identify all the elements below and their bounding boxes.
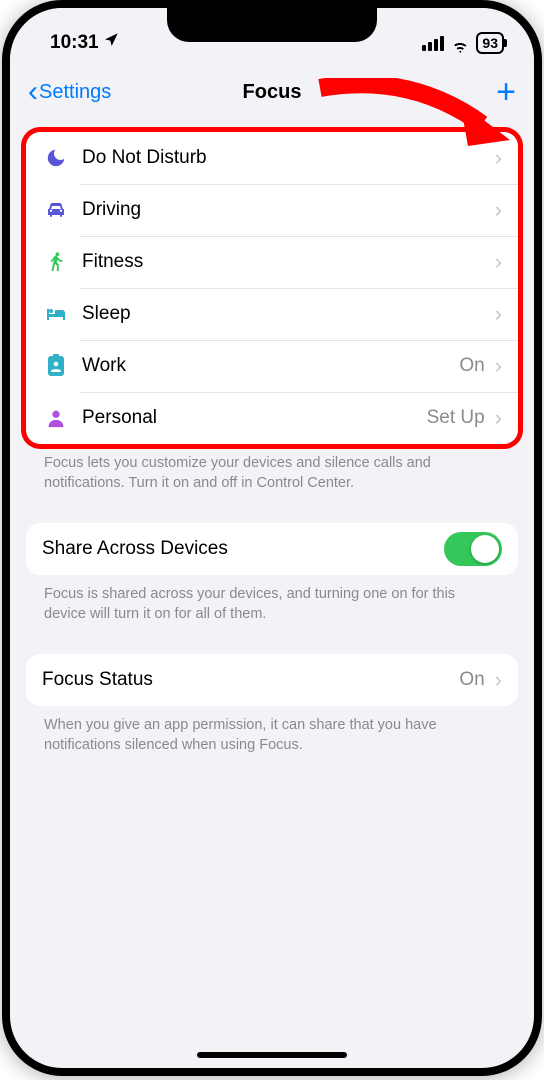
focus-mode-work[interactable]: Work On › (26, 340, 518, 392)
car-icon (42, 196, 70, 224)
focus-mode-label: Work (82, 355, 459, 377)
focus-mode-detail: Set Up (427, 407, 485, 429)
back-label: Settings (39, 81, 111, 104)
phone-frame: 10:31 93 ‹ Settings Focus + Do Not Distu… (2, 0, 542, 1076)
bed-icon (42, 300, 70, 328)
notch (167, 8, 377, 42)
focus-status-group: Focus Status On › (26, 654, 518, 706)
focus-modes-list: Do Not Disturb › Driving › Fitness › Sle… (26, 132, 518, 444)
chevron-right-icon: › (495, 249, 502, 275)
share-toggle[interactable] (444, 532, 502, 566)
focus-mode-sleep[interactable]: Sleep › (26, 288, 518, 340)
focus-status-label: Focus Status (42, 669, 459, 691)
location-icon (103, 32, 119, 54)
focus-mode-driving[interactable]: Driving › (26, 184, 518, 236)
focus-mode-detail: On (459, 355, 484, 377)
cellular-icon (422, 36, 444, 51)
focus-modes-footer: Focus lets you customize your devices an… (26, 444, 518, 493)
focus-mode-label: Driving (82, 199, 485, 221)
focus-mode-label: Fitness (82, 251, 485, 273)
focus-mode-personal[interactable]: Personal Set Up › (26, 392, 518, 444)
chevron-left-icon: ‹ (28, 77, 38, 107)
runner-icon (42, 248, 70, 276)
chevron-right-icon: › (495, 197, 502, 223)
chevron-right-icon: › (495, 405, 502, 431)
share-label: Share Across Devices (42, 538, 444, 560)
focus-status-detail: On (459, 669, 484, 691)
wifi-icon (450, 33, 470, 53)
status-time: 10:31 (50, 32, 99, 54)
focus-status-row[interactable]: Focus Status On › (26, 654, 518, 706)
badge-icon (42, 352, 70, 380)
page-title: Focus (243, 81, 302, 104)
chevron-right-icon: › (495, 353, 502, 379)
share-group: Share Across Devices (26, 523, 518, 575)
person-icon (42, 404, 70, 432)
share-across-devices-row[interactable]: Share Across Devices (26, 523, 518, 575)
chevron-right-icon: › (495, 667, 502, 693)
back-button[interactable]: ‹ Settings (28, 77, 111, 107)
focus-mode-label: Personal (82, 407, 427, 429)
annotation-arrow (310, 78, 510, 156)
moon-icon (42, 144, 70, 172)
focus-status-footer: When you give an app permission, it can … (26, 706, 518, 755)
share-footer: Focus is shared across your devices, and… (26, 575, 518, 624)
focus-mode-label: Sleep (82, 303, 485, 325)
focus-mode-fitness[interactable]: Fitness › (26, 236, 518, 288)
chevron-right-icon: › (495, 301, 502, 327)
home-indicator[interactable] (197, 1052, 347, 1058)
battery-icon: 93 (476, 32, 504, 54)
